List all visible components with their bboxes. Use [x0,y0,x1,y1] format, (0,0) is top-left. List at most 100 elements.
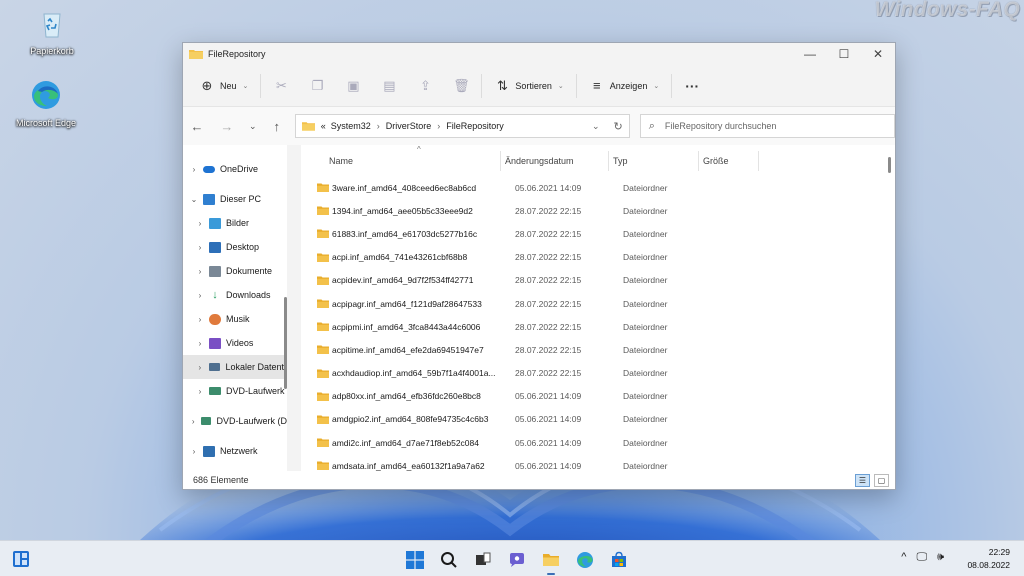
address-dropdown-icon[interactable]: ⌄ [592,121,600,132]
file-type: Dateiordner [623,252,668,263]
folder-icon [317,345,329,355]
volume-icon[interactable]: 🕪 [937,551,944,564]
nav-item-videos[interactable]: › Videos [183,331,287,355]
breadcrumb-filerepository[interactable]: FileRepository [446,121,504,131]
edge-taskbar-button[interactable] [570,547,600,573]
chat-button[interactable] [502,547,532,573]
cloud-icon [203,165,215,173]
store-taskbar-button[interactable] [604,547,634,573]
clock-date: 08.08.2022 [967,560,1010,570]
column-header-type[interactable]: Typ [609,151,699,171]
widgets-icon[interactable] [12,550,30,568]
file-type: Dateiordner [623,275,668,286]
taskbar-search-button[interactable] [434,547,464,573]
table-row[interactable]: acpipmi.inf_amd64_3fca8443a44c6006 28.07.… [297,315,895,338]
tray-overflow-icon[interactable]: ^ [901,551,906,564]
desktop-icon-edge[interactable]: Microsoft Edge [10,78,82,128]
delete-button[interactable]: 🗑 [447,72,475,100]
paste-button[interactable]: ▣ [339,72,367,100]
chevron-right-icon: › [198,314,202,324]
table-row[interactable]: amdgpio2.inf_amd64_808fe94735c4c6b3 05.06… [297,408,895,431]
up-button[interactable]: ↑ [265,114,289,138]
new-button[interactable]: ⊕ Neu ⌄ [193,72,254,100]
sort-button[interactable]: ⇅ Sortieren ⌄ [488,72,569,100]
file-type: Dateiordner [623,182,668,193]
chevron-down-icon: ⌄ [242,82,249,90]
table-row[interactable]: adp80xx.inf_amd64_efb36fdc260e8bc8 05.06.… [297,385,895,408]
rename-button[interactable]: ▤ [375,72,403,100]
clock[interactable]: 22:29 08.08.2022 [967,546,1010,572]
store-icon [612,551,626,567]
tiles-view-button[interactable]: ▢ [874,473,889,487]
copy-button[interactable]: ❐ [303,72,331,100]
table-row[interactable]: acpitime.inf_amd64_efe2da69451947e7 28.07… [297,338,895,361]
minimize-button[interactable]: — [793,43,827,65]
status-bar: 686 Elemente ☰ ▢ [183,471,895,489]
breadcrumb-separator-icon: › [437,121,441,131]
nav-item-label: OneDrive [220,164,259,174]
address-bar[interactable]: « System32 › DriverStore › FileRepositor… [294,114,630,138]
breadcrumb-driverstore[interactable]: DriverStore [386,121,432,131]
table-row[interactable]: amdi2c.inf_amd64_d7ae71f8eb52c084 05.06.2… [297,431,895,454]
nav-item-music[interactable]: › Musik [183,307,287,331]
video-icon [209,337,221,349]
file-type: Dateiordner [623,391,668,402]
nav-item-dvd-drive[interactable]: › DVD-Laufwerk [183,379,287,403]
nav-item-pictures[interactable]: › Bilder [183,211,287,235]
nav-item-label: Lokaler Datentr [225,362,287,372]
breadcrumb-system32[interactable]: System32 [331,121,371,131]
view-button[interactable]: ≡ Anzeigen ⌄ [583,72,665,100]
maximize-button[interactable]: ☐ [827,43,861,65]
nav-item-documents[interactable]: › Dokumente [183,259,287,283]
start-button[interactable] [400,547,430,573]
share-button[interactable]: ⇪ [411,72,439,100]
table-row[interactable]: acpipagr.inf_amd64_f121d9af28647533 28.07… [297,292,895,315]
chevron-right-icon: › [191,416,195,426]
file-explorer-window: FileRepository — ☐ ✕ ⊕ Neu ⌄ ✂ ❐ ▣ ▤ ⇪ 🗑… [182,42,896,490]
file-name: acpidev.inf_amd64_9d7f2f534ff42771 [332,275,474,286]
cut-button[interactable]: ✂ [267,72,295,100]
table-row[interactable]: 61883.inf_amd64_e61703dc5277b16c 28.07.20… [297,222,895,245]
file-name: amdi2c.inf_amd64_d7ae71f8eb52c084 [332,437,479,448]
table-row[interactable]: acpi.inf_amd64_741e43261cbf68b8 28.07.202… [297,246,895,269]
desktop-icon-label: Microsoft Edge [15,118,77,128]
download-icon: ↓ [212,288,218,301]
file-type: Dateiordner [623,460,668,471]
cut-icon: ✂ [275,77,287,93]
file-explorer-taskbar-button[interactable] [536,547,566,575]
search-input[interactable]: ⌕ FileRepository durchsuchen [639,114,895,138]
table-row[interactable]: acxhdaudiop.inf_amd64_59b7f1a4f4001a... 2… [297,362,895,385]
refresh-icon[interactable]: ↻ [613,120,622,133]
desktop-icon-recycle-bin[interactable]: Papierkorb [16,6,88,56]
title-bar[interactable]: FileRepository — ☐ ✕ [183,43,895,65]
column-header-date[interactable]: Änderungsdatum [501,151,609,171]
file-name: acpitime.inf_amd64_efe2da69451947e7 [332,344,484,355]
nav-item-network[interactable]: › Netzwerk [183,439,287,463]
recent-button[interactable]: ⌄ [241,114,265,138]
task-view-button[interactable] [468,547,498,573]
details-view-button[interactable]: ☰ [855,473,870,487]
divider [671,73,673,98]
forward-button[interactable]: → [215,114,239,138]
nav-item-label: Videos [226,338,254,348]
breadcrumb-overflow[interactable]: « [321,121,326,131]
table-row[interactable]: 1394.inf_amd64_aee05b5c33eee9d2 28.07.202… [297,199,895,222]
nav-item-this-pc[interactable]: ⌄ Dieser PC [183,187,287,211]
back-button[interactable]: ← [185,114,209,138]
nav-item-downloads[interactable]: › ↓ Downloads [183,283,287,307]
table-row[interactable]: acpidev.inf_amd64_9d7f2f534ff42771 28.07.… [297,269,895,292]
close-button[interactable]: ✕ [861,43,895,65]
network-status-icon[interactable]: 🖵 [916,551,927,564]
content-scrollbar[interactable] [888,157,891,173]
explorer-icon [543,554,559,566]
file-type: Dateiordner [623,205,668,216]
table-row[interactable]: 3ware.inf_amd64_408ceed6ec8ab6cd 05.06.20… [297,176,895,199]
nav-item-onedrive[interactable]: › OneDrive [183,157,287,181]
nav-item-local-disk[interactable]: › Lokaler Datentr [183,355,287,379]
column-header-name[interactable]: Name [315,151,501,171]
column-header-size[interactable]: Größe [699,151,759,171]
start-icon [406,551,424,569]
more-button[interactable]: ··· [678,72,706,100]
nav-item-desktop[interactable]: › Desktop [183,235,287,259]
nav-item-dvd-drive-d[interactable]: › DVD-Laufwerk (D [183,409,287,433]
